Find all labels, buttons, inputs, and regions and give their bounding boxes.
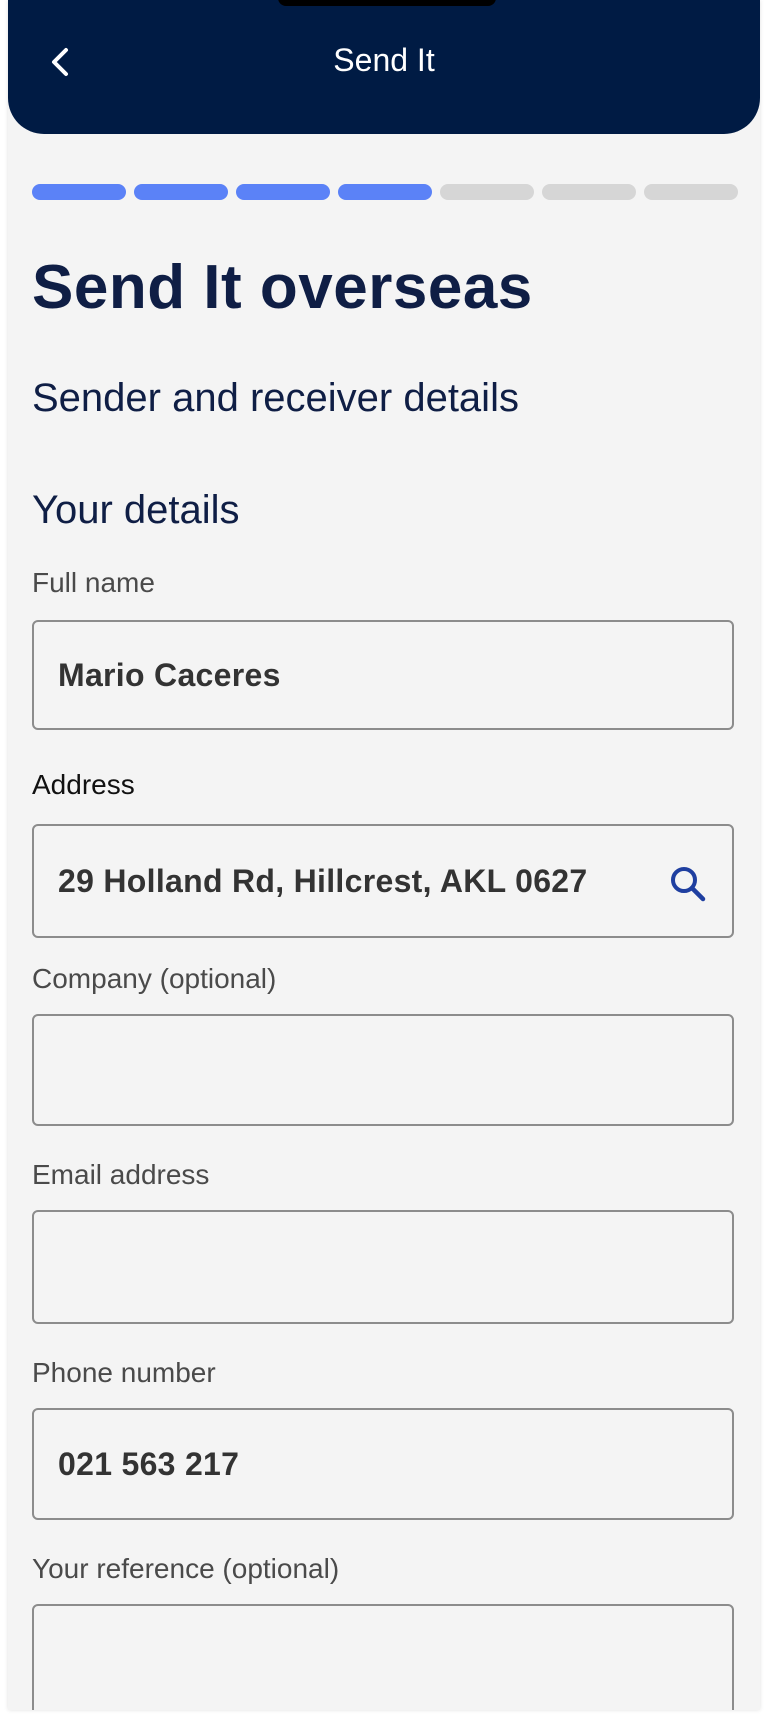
progress-step-2 bbox=[134, 184, 228, 200]
page-title: Send It overseas bbox=[32, 253, 533, 322]
address-label: Address bbox=[32, 769, 135, 800]
full-name-value: Mario Caceres bbox=[58, 656, 281, 693]
phone-label: Phone number bbox=[32, 1357, 216, 1388]
address-value: 29 Holland Rd, Hillcrest, AKL 0627 bbox=[58, 862, 588, 899]
progress-step-4 bbox=[338, 184, 432, 200]
full-name-label: Full name bbox=[32, 567, 155, 598]
progress-step-6 bbox=[542, 184, 636, 200]
device-notch bbox=[278, 0, 496, 6]
progress-step-1 bbox=[32, 184, 126, 200]
phone-value: 021 563 217 bbox=[58, 1445, 240, 1482]
section-title-your-details: Your details bbox=[32, 488, 240, 532]
search-icon[interactable] bbox=[668, 864, 708, 904]
full-name-field[interactable]: Mario Caceres bbox=[32, 620, 734, 730]
progress-stepper bbox=[32, 184, 738, 200]
page-subtitle: Sender and receiver details bbox=[32, 376, 519, 420]
reference-label: Your reference (optional) bbox=[32, 1553, 340, 1584]
email-label: Email address bbox=[32, 1159, 210, 1190]
progress-step-5 bbox=[440, 184, 534, 200]
progress-step-7 bbox=[644, 184, 738, 200]
header-title: Send It bbox=[333, 42, 435, 78]
company-field[interactable] bbox=[32, 1014, 734, 1126]
progress-step-3 bbox=[236, 184, 330, 200]
phone-field[interactable]: 021 563 217 bbox=[32, 1408, 734, 1520]
address-field[interactable]: 29 Holland Rd, Hillcrest, AKL 0627 bbox=[32, 824, 734, 938]
app-screen: Send It Send It overseas Sender and rece… bbox=[8, 0, 760, 1710]
company-label: Company (optional) bbox=[32, 963, 277, 994]
reference-field[interactable] bbox=[32, 1604, 734, 1710]
app-header: Send It bbox=[8, 0, 760, 134]
email-field[interactable] bbox=[32, 1210, 734, 1324]
